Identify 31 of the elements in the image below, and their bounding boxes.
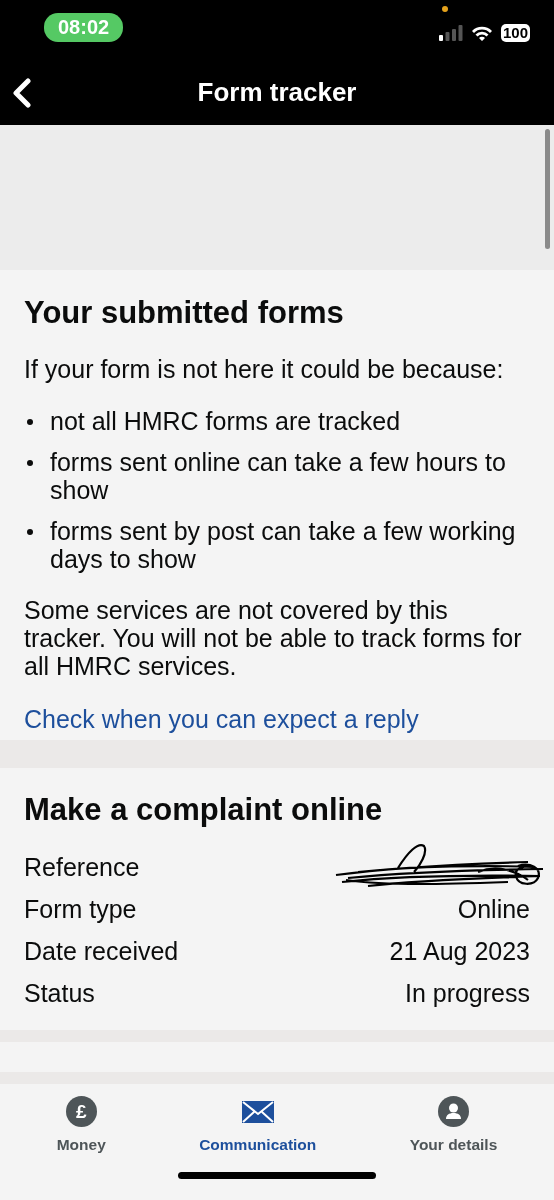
- tab-item[interactable]: Your details: [409, 1096, 498, 1155]
- detail-label: Form type: [24, 894, 137, 924]
- tab-item[interactable]: £ Money: [56, 1096, 106, 1155]
- page-title: Form tracker: [197, 77, 357, 108]
- section-title: Your submitted forms: [24, 296, 345, 330]
- bullet-text: not all HMRC forms are tracked: [50, 407, 401, 435]
- bullet-icon: [27, 419, 33, 425]
- signal-icon: [438, 25, 463, 41]
- form-title: Make a complaint online: [24, 793, 384, 827]
- detail-label: Date received: [24, 936, 179, 966]
- bullet-icon: [27, 529, 33, 535]
- status-time: 08:02: [44, 12, 124, 42]
- detail-value: Online: [457, 894, 530, 924]
- envelope-icon: [241, 1101, 274, 1123]
- bullet-text: forms sent online can take a few hours to show: [50, 448, 507, 504]
- privacy-dot-icon: [441, 6, 448, 12]
- person-icon: [437, 1096, 469, 1127]
- pound-icon: £: [65, 1096, 97, 1127]
- bullet-icon: [27, 460, 33, 466]
- reply-time-link[interactable]: Check when you can expect a reply: [24, 705, 419, 733]
- detail-label: Reference: [24, 852, 140, 882]
- note-text: Some services are not covered by this tracker. You will not be able to track forms for all HMRC services.: [24, 596, 523, 680]
- detail-label: Status: [24, 978, 95, 1008]
- detail-value: 21 Aug 2023: [389, 936, 530, 966]
- detail-value: In progress: [404, 978, 530, 1008]
- wifi-icon: [470, 25, 493, 41]
- intro-text: If your form is not here it could be because:: [24, 355, 505, 383]
- bullet-text: forms sent by post can take a few working days to show: [50, 517, 517, 573]
- back-icon[interactable]: [12, 78, 32, 108]
- battery-level: 100: [500, 24, 530, 42]
- tab-item[interactable]: Communication: [199, 1096, 317, 1155]
